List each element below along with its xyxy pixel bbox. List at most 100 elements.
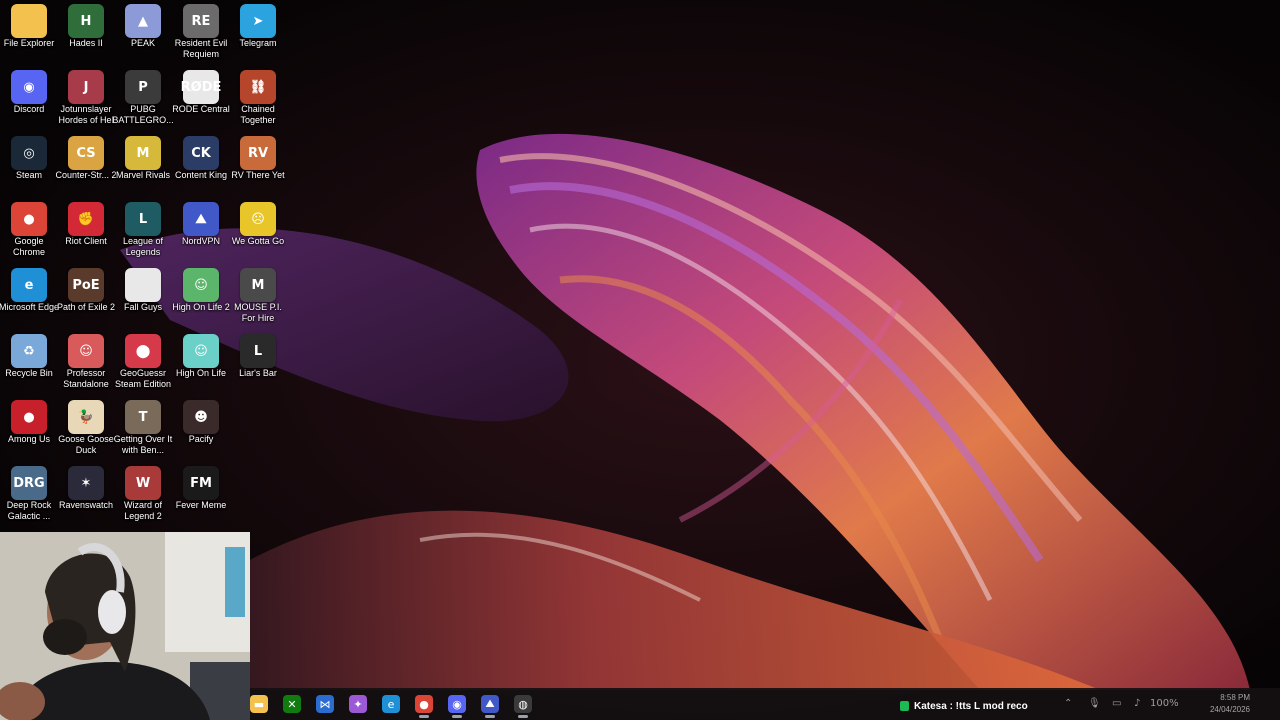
- desktop-icon[interactable]: ● Among Us: [0, 396, 58, 462]
- jotunnslayer-icon: J: [68, 70, 104, 104]
- notification-text: Katesa : !tts L mod reco: [914, 700, 1028, 712]
- desktop-icon[interactable]: L League of Legends: [114, 198, 172, 264]
- steam-icon: ◎: [11, 136, 47, 170]
- desktop-icon-label: Professor Standalone: [63, 368, 109, 389]
- nordvpn-icon: ⛰: [481, 695, 499, 713]
- taskbar-button[interactable]: e: [377, 692, 405, 716]
- desktop-icon[interactable]: File Explorer: [0, 0, 58, 66]
- desktop-icon[interactable]: ◉ Discord: [0, 66, 58, 132]
- desktop-icon[interactable]: H Hades II: [57, 0, 115, 66]
- desktop-icon[interactable]: ✊ Riot Client: [57, 198, 115, 264]
- desktop-icon[interactable]: M Marvel Rivals: [114, 132, 172, 198]
- taskbar-button[interactable]: ◍: [509, 692, 537, 718]
- desktop-icon[interactable]: PoE Path of Exile 2: [57, 264, 115, 330]
- liars-bar-icon: L: [240, 334, 276, 368]
- desktop-icon[interactable]: 🦆 Goose Goose Duck: [57, 396, 115, 462]
- now-playing-notification[interactable]: Katesa : !tts L mod reco: [900, 698, 1040, 714]
- wizard-of-legend-icon: W: [125, 466, 161, 500]
- desktop-icon-label: Getting Over It with Ben...: [113, 434, 173, 455]
- taskbar-button[interactable]: ⛰: [476, 692, 504, 718]
- desktop-icon[interactable]: M MOUSE P.I. For Hire: [229, 264, 287, 330]
- getting-over-it-icon: T: [125, 400, 161, 434]
- microphone-icon[interactable]: 🎙: [1088, 698, 1101, 709]
- fever-meme-icon: FM: [183, 466, 219, 500]
- desktop-icon[interactable]: J Jotunnslayer Hordes of Hel: [57, 66, 115, 132]
- desktop-icon[interactable]: ◎ Steam: [0, 132, 58, 198]
- desktop-icon-label: Liar's Bar: [239, 368, 277, 378]
- desktop-icon-label: High On Life: [175, 368, 227, 378]
- desktop-icon[interactable]: Fall Guys: [114, 264, 172, 330]
- desktop-icon[interactable]: ☻ Pacify: [172, 396, 230, 462]
- hades-icon: H: [68, 4, 104, 38]
- pubg-icon: P: [125, 70, 161, 104]
- desktop-icon[interactable]: ☺ High On Life: [172, 330, 230, 396]
- xbox-icon: ✕: [283, 695, 301, 713]
- desktop-icon[interactable]: CS Counter-Str... 2: [55, 132, 117, 198]
- mouse-pi-icon: M: [240, 268, 276, 302]
- taskbar-button[interactable]: ✕: [278, 692, 306, 716]
- chevron-up-icon[interactable]: ⌃: [1064, 698, 1072, 709]
- desktop-icon[interactable]: ⛓ Chained Together: [229, 66, 287, 132]
- telegram-icon: ➤: [240, 4, 276, 38]
- desktop-icon[interactable]: RE Resident Evil Requiem: [172, 0, 230, 66]
- discord-icon: ◉: [448, 695, 466, 713]
- desktop-icon[interactable]: ☺ High On Life 2: [172, 264, 230, 330]
- chrome-icon: ●: [415, 695, 433, 713]
- desktop-icon[interactable]: ● Google Chrome: [0, 198, 58, 264]
- desktop-icon[interactable]: ☺ Professor Standalone: [57, 330, 115, 396]
- desktop-icon[interactable]: ♻ Recycle Bin: [0, 330, 58, 396]
- file-explorer-icon: ▬: [250, 695, 268, 713]
- webcam-feed-image: [0, 532, 250, 720]
- desktop-icon[interactable]: ⛰ NordVPN: [172, 198, 230, 264]
- desktop-icon-label: Hades II: [69, 38, 103, 48]
- desktop-icon[interactable]: W Wizard of Legend 2: [114, 462, 172, 528]
- discord-icon: ◉: [11, 70, 47, 104]
- content-king-icon: CK: [183, 136, 219, 170]
- among-us-icon: ●: [11, 400, 47, 434]
- edge-icon: e: [382, 695, 400, 713]
- battery-text[interactable]: 100%: [1150, 698, 1179, 709]
- desktop-icon-label: Chained Together: [240, 104, 276, 125]
- rv-there-yet-icon: RV: [240, 136, 276, 170]
- taskbar-button[interactable]: ◉: [443, 692, 471, 718]
- path-of-exile-icon: PoE: [68, 268, 104, 302]
- fall-guys-icon: [125, 268, 161, 302]
- desktop-icon[interactable]: e Microsoft Edge: [0, 264, 59, 330]
- pacify-icon: ☻: [183, 400, 219, 434]
- ravenswatch-icon: ✶: [68, 466, 104, 500]
- desktop-icon[interactable]: T Getting Over It with Ben...: [114, 396, 172, 462]
- desktop-icon[interactable]: RV RV There Yet: [229, 132, 287, 198]
- desktop-icon-label: Riot Client: [65, 236, 107, 246]
- desktop-icon[interactable]: RØDE RODE Central: [172, 66, 230, 132]
- taskbar-button[interactable]: ●: [410, 692, 438, 718]
- speaker-icon[interactable]: ♪: [1134, 698, 1140, 709]
- desktop-icon-label: Google Chrome: [12, 236, 45, 257]
- deep-rock-galactic-icon: DRG: [11, 466, 47, 500]
- desktop-icon-label: Goose Goose Duck: [58, 434, 114, 455]
- desktop-icon[interactable]: ✶ Ravenswatch: [57, 462, 115, 528]
- display-icon[interactable]: ▭: [1112, 698, 1121, 709]
- desktop-icon[interactable]: FM Fever Meme: [172, 462, 230, 528]
- marvel-rivals-icon: M: [125, 136, 161, 170]
- desktop-icon[interactable]: ▲ PEAK: [114, 0, 172, 66]
- desktop-icon[interactable]: ➤ Telegram: [229, 0, 287, 66]
- desktop-icon-label: Steam: [15, 170, 42, 180]
- desktop-icon[interactable]: CK Content King: [172, 132, 230, 198]
- desktop-icon[interactable]: ⬤ GeoGuessr Steam Edition: [114, 330, 172, 396]
- desktop-icon-label: RODE Central: [172, 104, 230, 114]
- desktop-icon-label: Discord: [13, 104, 45, 114]
- desktop-icon[interactable]: L Liar's Bar: [229, 330, 287, 396]
- desktop-icon-label: Fall Guys: [123, 302, 162, 312]
- desktop-icon[interactable]: DRG Deep Rock Galactic ...: [0, 462, 58, 528]
- desktop-icon-label: Among Us: [7, 434, 51, 444]
- taskbar-button[interactable]: ✦: [344, 692, 372, 716]
- desktop-icon[interactable]: P PUBG BATTLEGRO...: [112, 66, 174, 132]
- desktop-icon-label: Resident Evil Requiem: [174, 38, 228, 59]
- desktop-icon-label: RV There Yet: [231, 170, 285, 180]
- desktop-icon[interactable]: ☹ We Gotta Go: [229, 198, 287, 264]
- desktop-icon-label: Recycle Bin: [5, 368, 53, 378]
- webcam-overlay: [0, 532, 250, 720]
- taskbar-button[interactable]: ⋈: [311, 692, 339, 716]
- taskbar-clock[interactable]: 8:58 PM 24/04/2026: [1196, 692, 1250, 716]
- clock-time: 8:58 PM: [1220, 693, 1250, 702]
